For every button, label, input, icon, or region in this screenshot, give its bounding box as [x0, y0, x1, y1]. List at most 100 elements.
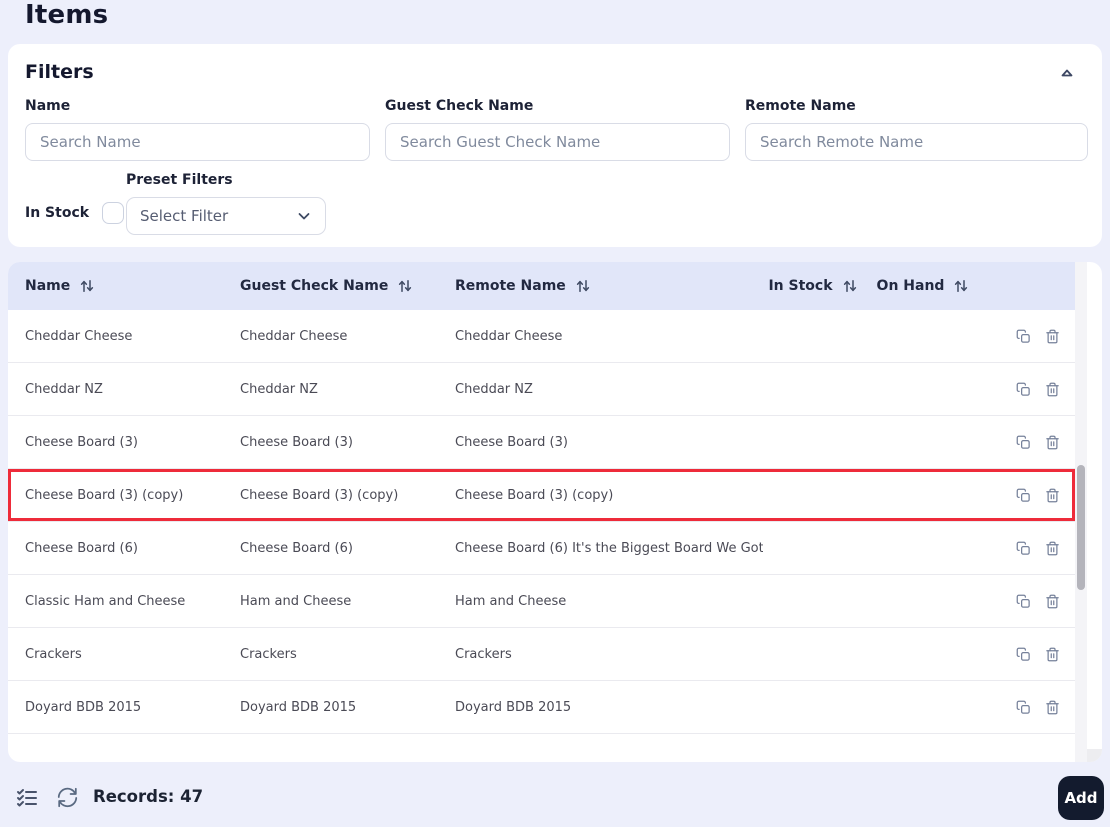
table-row[interactable]: Doyard BDB 2015 Doyard BDB 2015 Doyard B… — [8, 681, 1075, 734]
row-actions — [983, 700, 1075, 715]
vertical-scrollbar-thumb[interactable] — [1077, 465, 1085, 590]
cell-name: Doyard BDB 2015 — [25, 699, 142, 715]
table-row[interactable]: Cheese Board (3) Cheese Board (3) Cheese… — [8, 416, 1075, 469]
preset-filters-label: Preset Filters — [126, 172, 233, 188]
table-row[interactable]: Classic Ham and Cheese Ham and Cheese Ha… — [8, 575, 1075, 628]
delete-row-button[interactable] — [1045, 647, 1060, 662]
row-actions — [983, 435, 1075, 450]
table-column-header[interactable]: On Hand — [863, 278, 983, 294]
cell-name: Classic Ham and Cheese — [25, 593, 186, 609]
cell-remote-name: Cheddar NZ — [455, 381, 533, 397]
table-column-header[interactable]: Guest Check Name — [240, 278, 455, 294]
table-column-header[interactable]: Name — [25, 278, 240, 294]
in-stock-checkbox[interactable] — [102, 202, 125, 224]
column-settings-button[interactable] — [15, 786, 39, 810]
copy-icon — [1016, 541, 1031, 556]
name-filter-label: Name — [25, 98, 71, 114]
cell-remote-name: Cheese Board (3) (copy) — [455, 487, 614, 503]
cell-name: Cheese Board (3) (copy) — [25, 487, 184, 503]
row-actions — [983, 329, 1075, 344]
delete-row-button[interactable] — [1045, 594, 1060, 609]
table-row[interactable]: Cheddar NZ Cheddar NZ Cheddar NZ — [8, 363, 1075, 416]
trash-icon — [1045, 488, 1060, 503]
cell-guest-check-name: Cheese Board (3) (copy) — [240, 487, 399, 503]
table-header-row: Name Guest Check Name Remote Name In Sto… — [8, 262, 1075, 310]
delete-row-button[interactable] — [1045, 541, 1060, 556]
cell-remote-name: Ham and Cheese — [455, 593, 567, 609]
cell-name: Crackers — [25, 646, 82, 662]
table-row[interactable]: Cheese Board (6) Cheese Board (6) Cheese… — [8, 522, 1075, 575]
trash-icon — [1045, 594, 1060, 609]
name-filter-input[interactable] — [25, 123, 370, 161]
duplicate-row-button[interactable] — [1016, 435, 1031, 450]
row-actions — [983, 594, 1075, 609]
refresh-icon — [57, 787, 78, 809]
trash-icon — [1045, 435, 1060, 450]
duplicate-row-button[interactable] — [1016, 594, 1031, 609]
table-row[interactable]: Cheese Board (3) (copy) Cheese Board (3)… — [8, 469, 1075, 522]
remote-name-filter-field: Remote Name — [745, 98, 1088, 161]
column-header-label: Guest Check Name — [240, 278, 389, 294]
cell-name: Cheddar NZ — [25, 381, 103, 397]
sort-arrows-icon[interactable] — [397, 278, 413, 294]
duplicate-row-button[interactable] — [1016, 382, 1031, 397]
remote-name-filter-label: Remote Name — [745, 98, 856, 114]
sort-arrows-icon[interactable] — [842, 278, 858, 294]
duplicate-row-button[interactable] — [1016, 647, 1031, 662]
cell-name: Cheese Board (6) — [25, 540, 138, 556]
duplicate-row-button[interactable] — [1016, 541, 1031, 556]
row-actions — [983, 382, 1075, 397]
table-body: Cheddar Cheese Cheddar Cheese Cheddar Ch… — [8, 310, 1075, 734]
guest-check-filter-input[interactable] — [385, 123, 730, 161]
column-header-label: Remote Name — [455, 278, 566, 294]
delete-row-button[interactable] — [1045, 700, 1060, 715]
cell-guest-check-name: Crackers — [240, 646, 297, 662]
copy-icon — [1016, 700, 1031, 715]
trash-icon — [1045, 541, 1060, 556]
copy-icon — [1016, 329, 1031, 344]
row-actions — [983, 541, 1075, 556]
delete-row-button[interactable] — [1045, 382, 1060, 397]
table-column-header[interactable]: Remote Name — [455, 278, 763, 294]
in-stock-label: In Stock — [25, 205, 90, 221]
trash-icon — [1045, 329, 1060, 344]
row-actions — [983, 488, 1075, 503]
table-column-header[interactable]: In Stock — [763, 278, 863, 294]
vertical-scrollbar-track[interactable] — [1075, 262, 1087, 762]
records-count: Records: 47 — [93, 787, 204, 806]
duplicate-row-button[interactable] — [1016, 488, 1031, 503]
add-button[interactable]: Add — [1058, 776, 1104, 820]
delete-row-button[interactable] — [1045, 488, 1060, 503]
duplicate-row-button[interactable] — [1016, 329, 1031, 344]
column-header-label: On Hand — [876, 278, 945, 294]
table-row[interactable]: Cheddar Cheese Cheddar Cheese Cheddar Ch… — [8, 310, 1075, 363]
sort-arrows-icon[interactable] — [953, 278, 969, 294]
filters-panel: Filters Name Guest Check Name Remote Nam… — [8, 44, 1102, 247]
duplicate-row-button[interactable] — [1016, 700, 1031, 715]
cell-guest-check-name: Ham and Cheese — [240, 593, 352, 609]
cell-name: Cheese Board (3) — [25, 434, 138, 450]
copy-icon — [1016, 647, 1031, 662]
preset-filters-selected-value: Select Filter — [140, 207, 229, 225]
delete-row-button[interactable] — [1045, 329, 1060, 344]
cell-remote-name: Cheese Board (3) — [455, 434, 568, 450]
sort-arrows-icon[interactable] — [79, 278, 95, 294]
guest-check-filter-field: Guest Check Name — [385, 98, 730, 161]
page-title: Items — [25, 0, 109, 30]
in-stock-filter-group: In Stock — [25, 202, 125, 224]
refresh-button[interactable] — [57, 787, 79, 809]
filters-heading: Filters — [25, 61, 94, 83]
collapse-filters-button[interactable] — [1056, 62, 1078, 84]
column-header-label: In Stock — [768, 278, 833, 294]
cell-remote-name: Doyard BDB 2015 — [455, 699, 572, 715]
copy-icon — [1016, 488, 1031, 503]
sort-arrows-icon[interactable] — [575, 278, 591, 294]
table-row[interactable]: Crackers Crackers Crackers — [8, 628, 1075, 681]
copy-icon — [1016, 594, 1031, 609]
trash-icon — [1045, 700, 1060, 715]
remote-name-filter-input[interactable] — [745, 123, 1088, 161]
cell-remote-name: Crackers — [455, 646, 512, 662]
trash-icon — [1045, 647, 1060, 662]
preset-filters-select[interactable]: Select Filter — [126, 197, 326, 235]
delete-row-button[interactable] — [1045, 435, 1060, 450]
